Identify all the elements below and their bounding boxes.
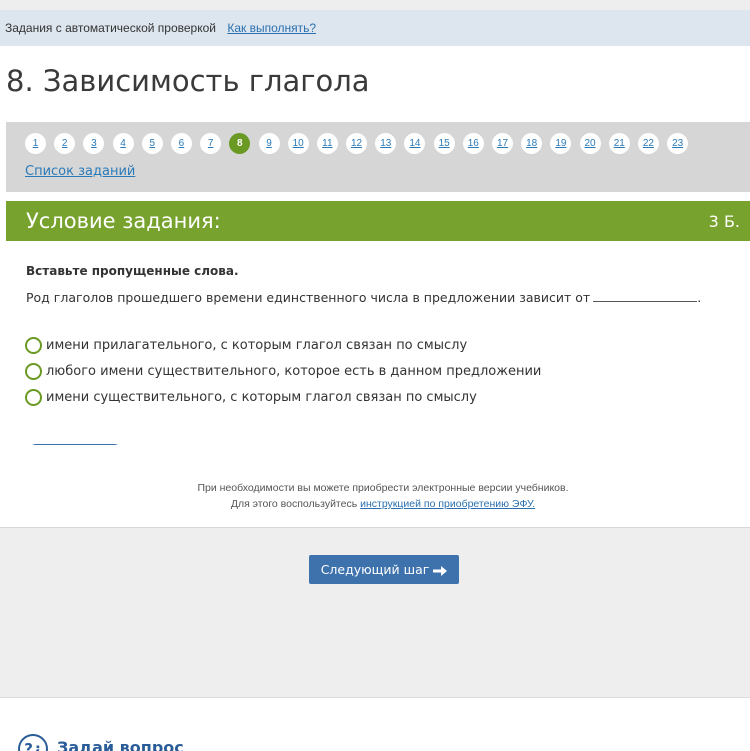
top-strip <box>0 0 750 10</box>
task-number-21[interactable]: 21 <box>608 133 630 154</box>
task-number-20[interactable]: 20 <box>579 133 601 154</box>
task-number-13[interactable]: 13 <box>375 133 397 154</box>
task-number-16[interactable]: 16 <box>462 133 484 154</box>
points-badge: 3 Б. <box>708 212 740 231</box>
page-title: 8. Зависимость глагола <box>6 64 370 98</box>
task-number-17[interactable]: 17 <box>492 133 513 154</box>
how-to-link[interactable]: Как выполнять? <box>227 21 316 35</box>
question-label: Род глаголов прошедшего времени единстве… <box>26 290 591 305</box>
answer-option-2[interactable]: любого имени существительного, которое е… <box>25 363 541 380</box>
radio-button[interactable] <box>25 363 42 380</box>
question-end: . <box>697 290 702 305</box>
arrow-right-icon <box>433 562 448 577</box>
task-number-11[interactable]: 11 <box>316 133 338 154</box>
task-number-19[interactable]: 19 <box>550 133 572 154</box>
task-number-2[interactable]: 2 <box>54 133 76 154</box>
task-number-22[interactable]: 22 <box>637 133 659 154</box>
ask-question-area: ?¿ Задай вопрос <box>0 697 750 751</box>
answer-blank <box>593 290 698 302</box>
task-list-link[interactable]: Список заданий <box>25 164 135 179</box>
option-label: имени существительного, с которым глагол… <box>46 390 477 405</box>
option-label: имени прилагательного, с которым глагол … <box>46 338 468 353</box>
question-icon[interactable]: ?¿ <box>18 734 48 751</box>
footer-line-1: При необходимости вы можете приобрести э… <box>197 482 569 494</box>
info-bar: Задания с автоматической проверкой Как в… <box>0 10 750 46</box>
task-number-5[interactable]: 5 <box>141 133 163 154</box>
task-number-12[interactable]: 12 <box>346 133 368 154</box>
task-number-23[interactable]: 23 <box>667 133 689 154</box>
info-bar-text: Задания с автоматической проверкой <box>5 21 216 35</box>
option-label: любого имени существительного, которое е… <box>46 364 542 379</box>
radio-button[interactable] <box>25 337 42 354</box>
condition-header: Условие задания: 3 Б. <box>6 201 750 241</box>
task-number-15[interactable]: 15 <box>433 133 455 154</box>
answer-option-3[interactable]: имени существительного, с которым глагол… <box>25 389 477 406</box>
instruction-text: Вставьте пропущенные слова. <box>26 264 239 278</box>
task-number-18[interactable]: 18 <box>521 133 543 154</box>
task-number-7[interactable]: 7 <box>200 133 222 154</box>
next-step-label: Следующий шаг <box>320 562 430 577</box>
task-number-14[interactable]: 14 <box>404 133 426 154</box>
question-text: Род глаголов прошедшего времени единстве… <box>26 290 701 305</box>
task-number-9[interactable]: 9 <box>258 133 280 154</box>
task-number-4[interactable]: 4 <box>112 133 134 154</box>
answer-option-1[interactable]: имени прилагательного, с которым глагол … <box>25 337 467 354</box>
radio-button[interactable] <box>25 389 42 406</box>
condition-body: Вставьте пропущенные слова. Род глаголов… <box>6 241 750 447</box>
footer-line-2-prefix: Для этого воспользуйтесь <box>230 498 358 510</box>
next-step-button[interactable]: Следующий шаг <box>309 555 459 584</box>
ask-question-link[interactable]: Задай вопрос <box>57 738 184 751</box>
footer-line-2: Для этого воспользуйтесь инструкцией по … <box>8 498 750 510</box>
task-navigation: 1 2 3 4 5 6 7 8 9 10 11 12 13 14 15 16 17 18 19 20 21 22 23 Сп… <box>6 122 750 192</box>
task-number-10[interactable]: 10 <box>287 133 309 154</box>
task-number-6[interactable]: 6 <box>170 133 192 154</box>
task-number-8[interactable]: 8 <box>229 133 251 154</box>
efu-instructions-link[interactable]: инструкцией по приобретению ЭФУ. <box>360 498 535 510</box>
task-number-3[interactable]: 3 <box>83 133 105 154</box>
footer-note: При необходимости вы можете приобрести э… <box>0 445 750 528</box>
task-number-1[interactable]: 1 <box>25 133 46 154</box>
condition-title: Условие задания: <box>26 209 221 233</box>
task-number-list: 1 2 3 4 5 6 7 8 9 10 11 12 13 14 15 16 17 18 19 20 21 22 23 <box>25 133 696 154</box>
